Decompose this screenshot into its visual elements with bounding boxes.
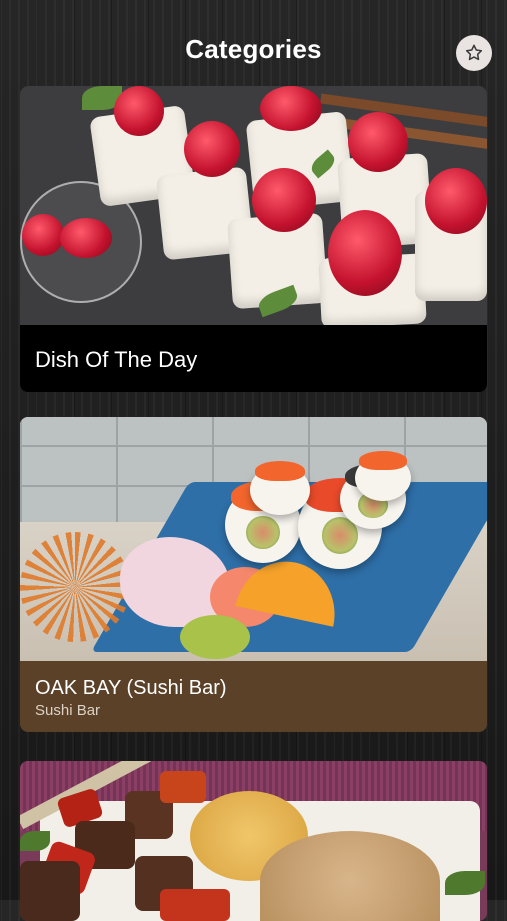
category-card-dish-of-the-day[interactable]: Dish Of The Day (20, 86, 487, 392)
star-outline-icon (465, 44, 483, 61)
category-image-sushi-platter (20, 417, 487, 661)
category-card-oak-bay-sushi-bar[interactable]: OAK BAY (Sushi Bar) Sushi Bar (20, 417, 487, 732)
page-title: Categories (185, 34, 322, 64)
category-card-kebab[interactable] (20, 761, 487, 921)
category-image-sushi-rolls (20, 86, 487, 325)
category-image-kebab-and-rice (20, 761, 487, 921)
header: Categories (0, 0, 507, 86)
category-title: Dish Of The Day (35, 347, 198, 372)
favorites-button[interactable] (456, 35, 492, 71)
category-subtitle: Sushi Bar (35, 702, 101, 719)
category-title: OAK BAY (Sushi Bar) (35, 677, 227, 699)
